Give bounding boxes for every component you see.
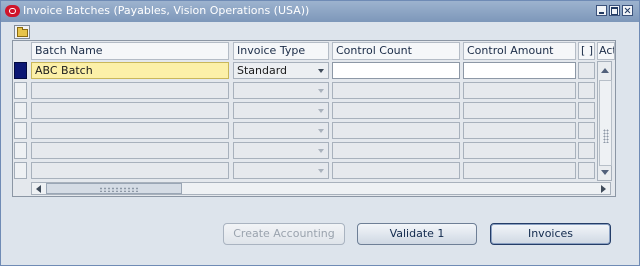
invoice-type-select[interactable] <box>233 122 329 139</box>
chevron-down-icon[interactable] <box>318 109 324 113</box>
control-count-field[interactable] <box>332 122 460 139</box>
batch-name-field[interactable]: ABC Batch <box>31 62 229 79</box>
window-title: Invoice Batches (Payables, Vision Operat… <box>23 4 310 17</box>
control-count-field[interactable] <box>332 162 460 179</box>
validate-button[interactable]: Validate 1 <box>357 223 477 245</box>
record-indicator[interactable] <box>14 162 27 179</box>
folder-open-icon <box>17 27 28 37</box>
record-indicator[interactable] <box>14 82 27 99</box>
title-bar[interactable]: Invoice Batches (Payables, Vision Operat… <box>1 1 639 22</box>
invoice-type-value: Standard <box>237 64 288 77</box>
batch-name-field[interactable] <box>31 162 229 179</box>
chevron-down-icon[interactable] <box>318 89 324 93</box>
batch-name-field[interactable] <box>31 102 229 119</box>
control-count-field[interactable] <box>332 82 460 99</box>
batches-grid: Batch Name Invoice Type Control Count Co… <box>12 40 616 197</box>
scroll-right-icon[interactable] <box>601 185 606 193</box>
grip-icon <box>99 187 139 192</box>
invoice-type-select[interactable]: Standard <box>233 62 329 79</box>
control-count-field[interactable] <box>332 62 460 79</box>
record-indicator[interactable] <box>14 102 27 119</box>
chevron-down-icon[interactable] <box>318 149 324 153</box>
invoice-type-select[interactable] <box>233 162 329 179</box>
vertical-scrollbar[interactable] <box>597 61 612 181</box>
control-amount-field[interactable] <box>463 162 576 179</box>
flex-field-cell[interactable] <box>578 82 595 99</box>
invoices-button[interactable]: Invoices <box>490 223 611 245</box>
horizontal-scrollbar[interactable] <box>31 182 611 195</box>
flex-field-cell[interactable] <box>578 162 595 179</box>
control-amount-field[interactable] <box>463 82 576 99</box>
scroll-down-icon[interactable] <box>601 170 609 175</box>
vertical-scroll-thumb[interactable] <box>599 80 612 166</box>
control-amount-field[interactable] <box>463 142 576 159</box>
invoice-batches-window: Invoice Batches (Payables, Vision Operat… <box>0 0 640 266</box>
column-header-flex-field[interactable]: [ ] <box>578 42 595 60</box>
column-header-batch-name[interactable]: Batch Name <box>31 42 229 60</box>
minimize-icon[interactable] <box>596 5 607 16</box>
record-indicator[interactable] <box>14 142 27 159</box>
chevron-down-icon[interactable] <box>318 69 324 73</box>
scroll-left-icon[interactable] <box>36 185 41 193</box>
record-indicator-current[interactable] <box>14 62 27 79</box>
column-header-control-count[interactable]: Control Count <box>332 42 460 60</box>
flex-field-cell[interactable] <box>578 102 595 119</box>
batch-name-field[interactable] <box>31 82 229 99</box>
batch-name-field[interactable] <box>31 142 229 159</box>
record-indicator[interactable] <box>14 122 27 139</box>
invoice-type-select[interactable] <box>233 142 329 159</box>
column-header-control-amount[interactable]: Control Amount <box>463 42 576 60</box>
invoice-type-select[interactable] <box>233 82 329 99</box>
control-count-field[interactable] <box>332 102 460 119</box>
chevron-down-icon[interactable] <box>318 129 324 133</box>
control-amount-field[interactable] <box>463 102 576 119</box>
chevron-down-icon[interactable] <box>318 169 324 173</box>
control-amount-field[interactable] <box>463 122 576 139</box>
folder-tools-button[interactable] <box>14 25 30 39</box>
flex-field-cell[interactable] <box>578 62 595 79</box>
scroll-up-icon[interactable] <box>601 68 609 73</box>
control-amount-field[interactable] <box>463 62 576 79</box>
control-count-field[interactable] <box>332 142 460 159</box>
grip-icon <box>603 129 609 143</box>
flex-field-cell[interactable] <box>578 122 595 139</box>
column-header-invoice-type[interactable]: Invoice Type <box>233 42 329 60</box>
horizontal-scroll-thumb[interactable] <box>46 183 182 194</box>
flex-field-cell[interactable] <box>578 142 595 159</box>
batch-name-field[interactable] <box>31 122 229 139</box>
close-icon[interactable] <box>622 5 633 16</box>
column-header-act[interactable]: Act <box>597 42 615 60</box>
invoice-type-select[interactable] <box>233 102 329 119</box>
maximize-icon[interactable] <box>609 5 620 16</box>
create-accounting-button[interactable]: Create Accounting <box>223 223 345 245</box>
oracle-logo-icon <box>5 5 20 17</box>
